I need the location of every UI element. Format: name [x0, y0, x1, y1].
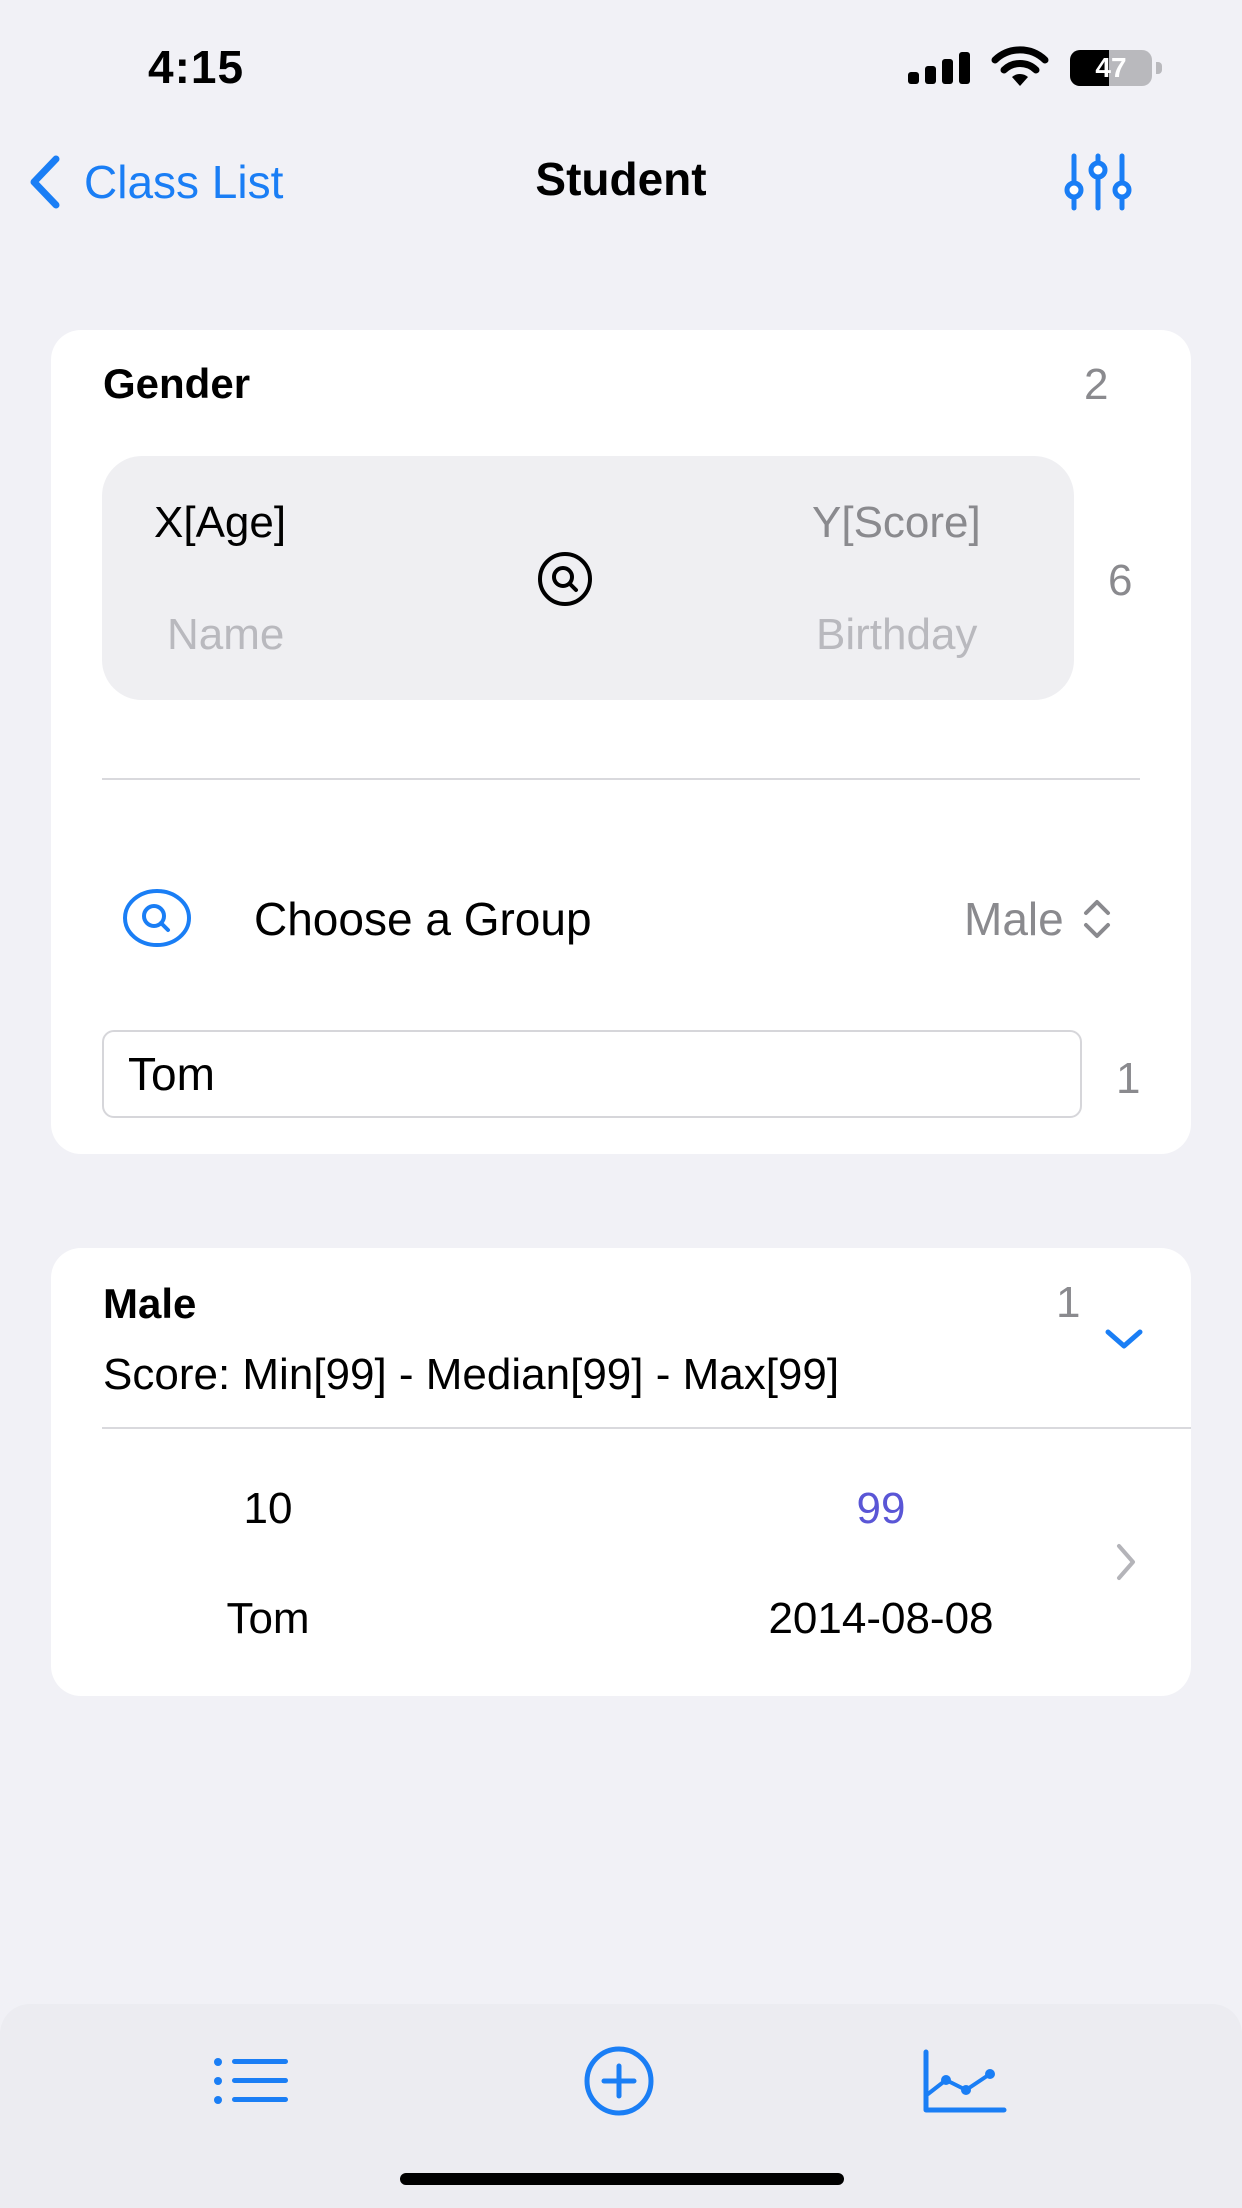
table-row[interactable]: 10 99 Tom 2014-08-08: [51, 1440, 1191, 1680]
gender-count: 2: [1084, 360, 1109, 409]
x-axis-label: X[Age]: [154, 498, 287, 547]
home-indicator: [400, 2173, 844, 2185]
chevron-down-icon[interactable]: [1104, 1326, 1144, 1352]
sliders-icon[interactable]: [1064, 150, 1132, 214]
section-title-gender: Gender: [103, 360, 251, 407]
male-count: 1: [1056, 1278, 1081, 1327]
search-count: 1: [1116, 1054, 1141, 1103]
birthday-label: Birthday: [816, 610, 978, 659]
battery-icon: 47: [1070, 50, 1162, 86]
row-age: 10: [243, 1484, 293, 1533]
divider: [102, 778, 1140, 780]
search-input[interactable]: [102, 1030, 1082, 1118]
row-name: Tom: [226, 1594, 310, 1643]
cellular-signal-icon: [908, 52, 970, 84]
chevron-right-icon: [1117, 1544, 1135, 1580]
group-picker-value: Male: [964, 893, 1064, 945]
divider: [102, 1427, 1191, 1429]
name-label: Name: [167, 610, 285, 659]
chevron-up-down-icon: [1083, 900, 1110, 938]
status-time: 4:15: [148, 41, 245, 93]
search-circle-icon[interactable]: [122, 888, 192, 948]
page-title: Student: [535, 153, 707, 205]
line-chart-icon[interactable]: [920, 2046, 1010, 2116]
wifi-icon: [991, 46, 1049, 86]
section-title-male: Male: [103, 1280, 197, 1327]
score-summary: Score: Min[99] - Median[99] - Max[99]: [103, 1350, 840, 1399]
group-picker[interactable]: Male: [964, 892, 1112, 946]
y-axis-label: Y[Score]: [812, 498, 981, 547]
battery-level: 47: [1095, 52, 1127, 83]
choose-group-label: Choose a Group: [254, 893, 592, 945]
list-icon[interactable]: [206, 2046, 296, 2116]
add-circle-icon[interactable]: [574, 2046, 664, 2116]
search-circle-icon[interactable]: [536, 550, 594, 608]
row-score: 99: [856, 1484, 906, 1533]
row-birthday: 2014-08-08: [768, 1594, 994, 1643]
axis-count: 6: [1108, 556, 1133, 605]
